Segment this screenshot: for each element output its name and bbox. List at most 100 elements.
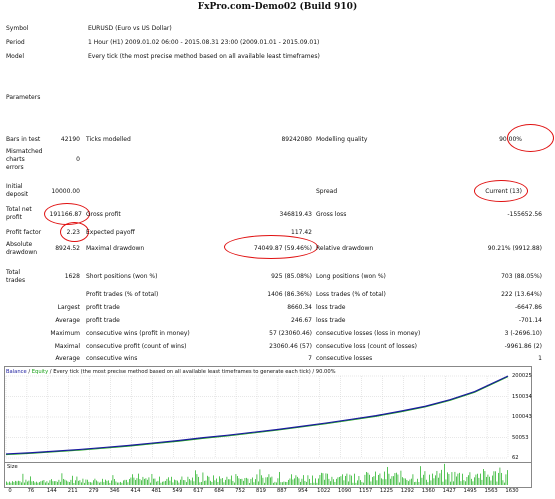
size-bar xyxy=(469,472,471,485)
relative-drawdown-label: Relative drawdown xyxy=(316,245,374,252)
deposit-label-1: Initial xyxy=(6,183,23,190)
average-loss-label: loss trade xyxy=(316,317,346,324)
size-bar xyxy=(276,482,277,485)
size-bar xyxy=(451,472,453,485)
avg-consec-losses-value: 1 xyxy=(538,355,542,362)
size-bar xyxy=(81,482,82,485)
size-bar xyxy=(159,476,160,485)
size-bar xyxy=(379,473,381,485)
size-bar xyxy=(57,481,58,485)
y-tick-label: 50053 xyxy=(512,434,529,441)
size-bar xyxy=(387,466,388,485)
size-bar xyxy=(432,473,433,485)
size-bar xyxy=(481,479,483,485)
size-bar xyxy=(133,477,135,485)
profit-trades-label: Profit trades (% of total) xyxy=(86,291,159,298)
size-bar xyxy=(330,481,331,485)
size-bar xyxy=(67,481,69,485)
size-bar xyxy=(85,479,87,485)
size-bar xyxy=(211,481,213,485)
size-bar xyxy=(231,475,232,485)
size-bar xyxy=(37,482,39,485)
size-bar xyxy=(273,482,274,485)
size-bar xyxy=(112,475,114,485)
x-tick-label: 1495 xyxy=(463,488,477,494)
size-bar xyxy=(438,477,439,485)
size-bar xyxy=(208,476,210,485)
gross-profit-label: Gross profit xyxy=(86,211,121,218)
size-bar xyxy=(360,480,361,485)
size-bar xyxy=(27,481,28,485)
max-consec-wins-value: 57 (23060.46) xyxy=(269,330,312,337)
maximal-consec-profit-value: 23060.46 (57) xyxy=(269,343,312,350)
size-bar xyxy=(502,480,504,485)
size-bar xyxy=(336,478,337,485)
size-bar xyxy=(54,481,55,485)
size-bar xyxy=(60,481,61,485)
x-tick-label: 887 xyxy=(276,488,287,494)
x-tick-label: 549 xyxy=(172,488,183,494)
size-bar xyxy=(51,479,52,485)
maximal-consec-profit-label: consecutive profit (count of wins) xyxy=(86,343,187,350)
size-bar xyxy=(100,481,102,485)
size-bar xyxy=(274,481,276,485)
size-bar xyxy=(111,480,112,485)
deposit-label-2: deposit xyxy=(6,191,29,198)
size-bar xyxy=(507,470,508,485)
size-bar xyxy=(411,478,412,485)
size-bar xyxy=(237,476,238,485)
size-bar xyxy=(183,480,184,485)
size-bar xyxy=(187,476,189,485)
x-tick-label: 144 xyxy=(46,488,57,494)
size-bar xyxy=(261,475,262,485)
average-profit-label: profit trade xyxy=(86,317,120,324)
size-bar xyxy=(246,477,247,485)
size-bar xyxy=(216,478,217,485)
avg-consec-label: Average xyxy=(55,355,80,362)
size-bar xyxy=(442,481,444,485)
size-bar xyxy=(400,470,402,485)
ticks-value: 89242080 xyxy=(281,136,312,143)
size-bar xyxy=(105,479,106,485)
size-bar xyxy=(376,480,378,485)
max-drawdown-highlight xyxy=(224,235,318,259)
net-profit-label-2: profit xyxy=(6,214,22,221)
size-bar xyxy=(271,476,273,485)
mismatched-label-2: charts xyxy=(6,156,25,163)
largest-loss-label: loss trade xyxy=(316,304,346,311)
size-bar xyxy=(94,478,96,485)
model-label: Model xyxy=(6,53,25,60)
size-bar xyxy=(204,480,205,485)
x-tick-label: 1157 xyxy=(358,488,373,494)
size-bar xyxy=(489,476,490,485)
size-bar xyxy=(171,476,172,485)
gross-loss-label: Gross loss xyxy=(316,211,347,218)
symbol-label: Symbol xyxy=(6,25,29,32)
size-bar xyxy=(421,477,423,485)
size-bar xyxy=(318,478,319,485)
size-bar xyxy=(396,472,397,485)
maximal-label: Maximal xyxy=(54,343,80,350)
size-bar xyxy=(280,482,282,485)
size-bar xyxy=(405,478,406,485)
size-bar xyxy=(49,480,51,485)
ticks-label: Ticks modelled xyxy=(86,136,131,143)
long-positions-label: Long positions (won %) xyxy=(316,273,386,280)
size-bar xyxy=(240,479,241,485)
size-bar xyxy=(21,482,22,485)
size-bar xyxy=(286,482,288,485)
mismatched-label-1: Mismatched xyxy=(6,148,43,155)
mismatched-value: 0 xyxy=(76,156,80,163)
mismatched-label-3: errors xyxy=(6,164,24,171)
size-bar xyxy=(397,474,399,485)
size-bar xyxy=(42,480,43,485)
size-bar xyxy=(31,481,33,485)
size-bar xyxy=(114,478,115,485)
largest-label: Largest xyxy=(57,304,80,311)
size-bar xyxy=(417,478,418,485)
size-bar xyxy=(363,482,364,485)
loss-trades-value: 222 (13.64%) xyxy=(501,291,542,298)
x-tick-label: 481 xyxy=(151,488,162,494)
size-bar xyxy=(420,466,421,485)
size-bar xyxy=(382,479,384,485)
